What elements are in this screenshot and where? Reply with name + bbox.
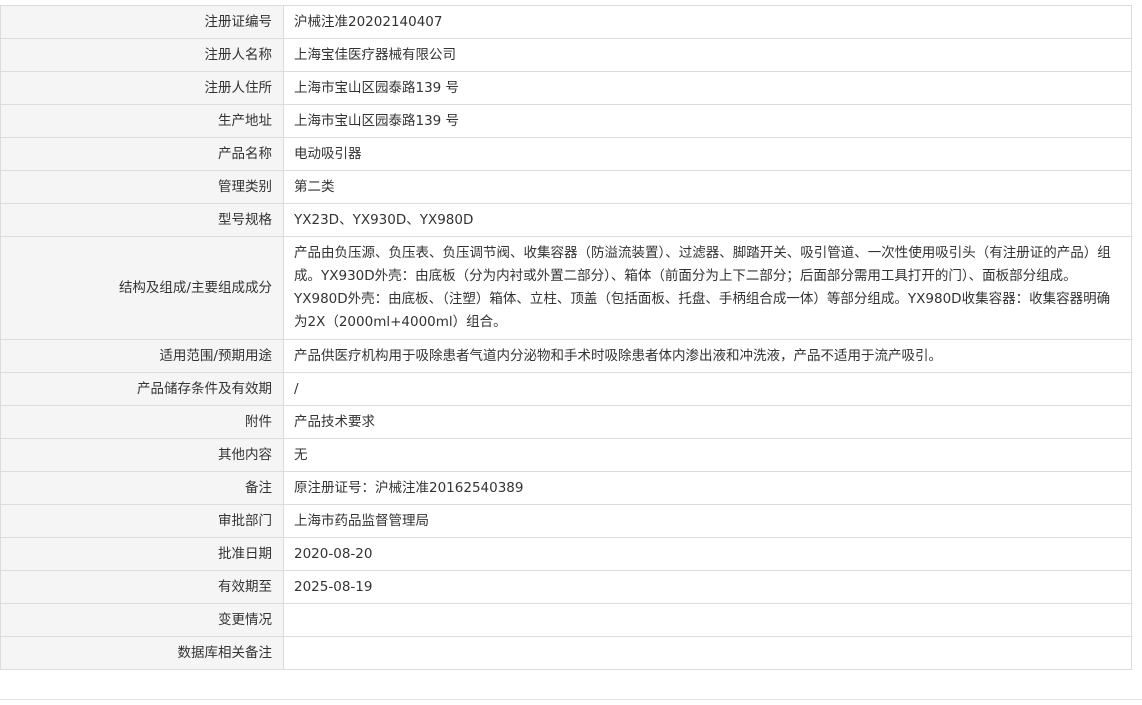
table-row: 注册人住所 上海市宝山区园泰路139 号 [0,71,1132,105]
field-label: 附件 [0,405,284,439]
field-label: 产品储存条件及有效期 [0,372,284,406]
field-value: 上海市药品监督管理局 [283,504,1132,538]
field-label: 注册人住所 [0,71,284,105]
table-row: 产品储存条件及有效期 / [0,372,1132,406]
field-value: 原注册证号：沪械注准20162540389 [283,471,1132,505]
field-label: 审批部门 [0,504,284,538]
field-label: 备注 [0,471,284,505]
field-value: 第二类 [283,170,1132,204]
field-label: 其他内容 [0,438,284,472]
field-value: 沪械注准20202140407 [283,5,1132,39]
field-label: 数据库相关备注 [0,636,284,670]
table-row: 变更情况 [0,603,1132,637]
field-value: 无 [283,438,1132,472]
table-row: 型号规格 YX23D、YX930D、YX980D [0,203,1132,237]
table-row: 生产地址 上海市宝山区园泰路139 号 [0,104,1132,138]
table-row: 数据库相关备注 [0,636,1132,670]
bottom-divider [0,699,1142,700]
registration-detail-table: 注册证编号 沪械注准20202140407 注册人名称 上海宝佳医疗器械有限公司… [0,5,1132,670]
table-row: 注册人名称 上海宝佳医疗器械有限公司 [0,38,1132,72]
field-value: 产品供医疗机构用于吸除患者气道内分泌物和手术时吸除患者体内渗出液和冲洗液，产品不… [283,339,1132,373]
field-label: 管理类别 [0,170,284,204]
table-row: 其他内容 无 [0,438,1132,472]
table-row: 产品名称 电动吸引器 [0,137,1132,171]
table-row: 注册证编号 沪械注准20202140407 [0,5,1132,39]
field-label: 批准日期 [0,537,284,571]
field-value: 2025-08-19 [283,570,1132,604]
table-row: 附件 产品技术要求 [0,405,1132,439]
field-label: 适用范围/预期用途 [0,339,284,373]
field-label: 型号规格 [0,203,284,237]
field-value [283,603,1132,637]
field-value: 产品由负压源、负压表、负压调节阀、收集容器（防溢流装置）、过滤器、脚踏开关、吸引… [283,236,1132,340]
field-label: 结构及组成/主要组成成分 [0,236,284,340]
field-label: 生产地址 [0,104,284,138]
table-row: 备注 原注册证号：沪械注准20162540389 [0,471,1132,505]
field-label: 有效期至 [0,570,284,604]
field-value: 上海宝佳医疗器械有限公司 [283,38,1132,72]
field-label: 注册证编号 [0,5,284,39]
field-value: 上海市宝山区园泰路139 号 [283,104,1132,138]
field-value: 2020-08-20 [283,537,1132,571]
field-value: 产品技术要求 [283,405,1132,439]
table-row: 审批部门 上海市药品监督管理局 [0,504,1132,538]
field-value: 上海市宝山区园泰路139 号 [283,71,1132,105]
table-row: 批准日期 2020-08-20 [0,537,1132,571]
table-row: 适用范围/预期用途 产品供医疗机构用于吸除患者气道内分泌物和手术时吸除患者体内渗… [0,339,1132,373]
field-value: 电动吸引器 [283,137,1132,171]
table-row: 有效期至 2025-08-19 [0,570,1132,604]
field-label: 变更情况 [0,603,284,637]
field-label: 产品名称 [0,137,284,171]
table-row: 结构及组成/主要组成成分 产品由负压源、负压表、负压调节阀、收集容器（防溢流装置… [0,236,1132,340]
field-value [283,636,1132,670]
field-value: / [283,372,1132,406]
field-value: YX23D、YX930D、YX980D [283,203,1132,237]
table-row: 管理类别 第二类 [0,170,1132,204]
field-label: 注册人名称 [0,38,284,72]
